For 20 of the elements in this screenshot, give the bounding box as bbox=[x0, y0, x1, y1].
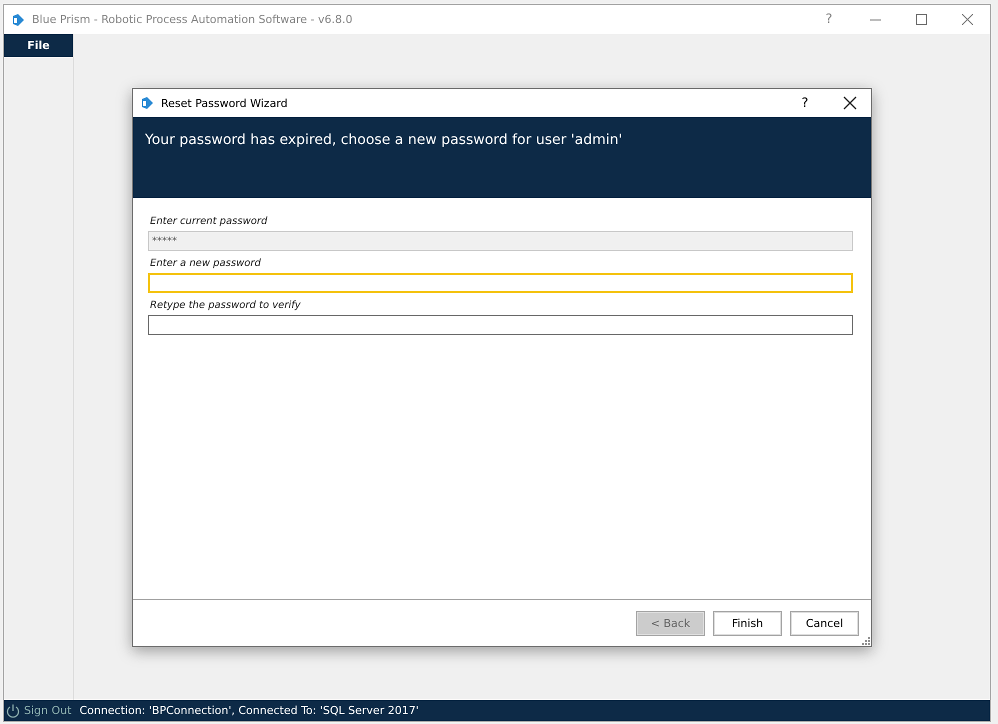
password-field[interactable] bbox=[148, 315, 853, 335]
help-button[interactable]: ? bbox=[788, 96, 822, 110]
resize-grip-icon[interactable] bbox=[862, 637, 870, 645]
connection-status: Connection: 'BPConnection', Connected To: 'SQL Server 2017' bbox=[79, 704, 419, 717]
wizard-button[interactable]: Finish bbox=[713, 610, 782, 636]
header-text: Your password has expired, choose a new password for user 'admin' bbox=[145, 132, 622, 148]
logo-icon bbox=[141, 97, 154, 109]
help-button[interactable]: ? bbox=[806, 12, 852, 27]
menu-tab[interactable]: File bbox=[4, 34, 73, 57]
dialog-title: Reset Password Wizard bbox=[161, 96, 289, 110]
close-icon[interactable] bbox=[843, 96, 857, 110]
power-icon bbox=[6, 704, 20, 718]
wizard-button[interactable]: Cancel bbox=[790, 610, 859, 636]
field-label: Enter current password bbox=[150, 216, 268, 227]
maximize-icon[interactable] bbox=[916, 14, 926, 25]
field-label: Retype the password to verify bbox=[150, 300, 301, 311]
password-field[interactable] bbox=[148, 273, 853, 293]
logo-icon bbox=[12, 14, 25, 26]
window-title: Blue Prism - Robotic Process Automation Software - v6.8.0 bbox=[32, 13, 354, 26]
field-label: Enter a new password bbox=[150, 258, 261, 269]
